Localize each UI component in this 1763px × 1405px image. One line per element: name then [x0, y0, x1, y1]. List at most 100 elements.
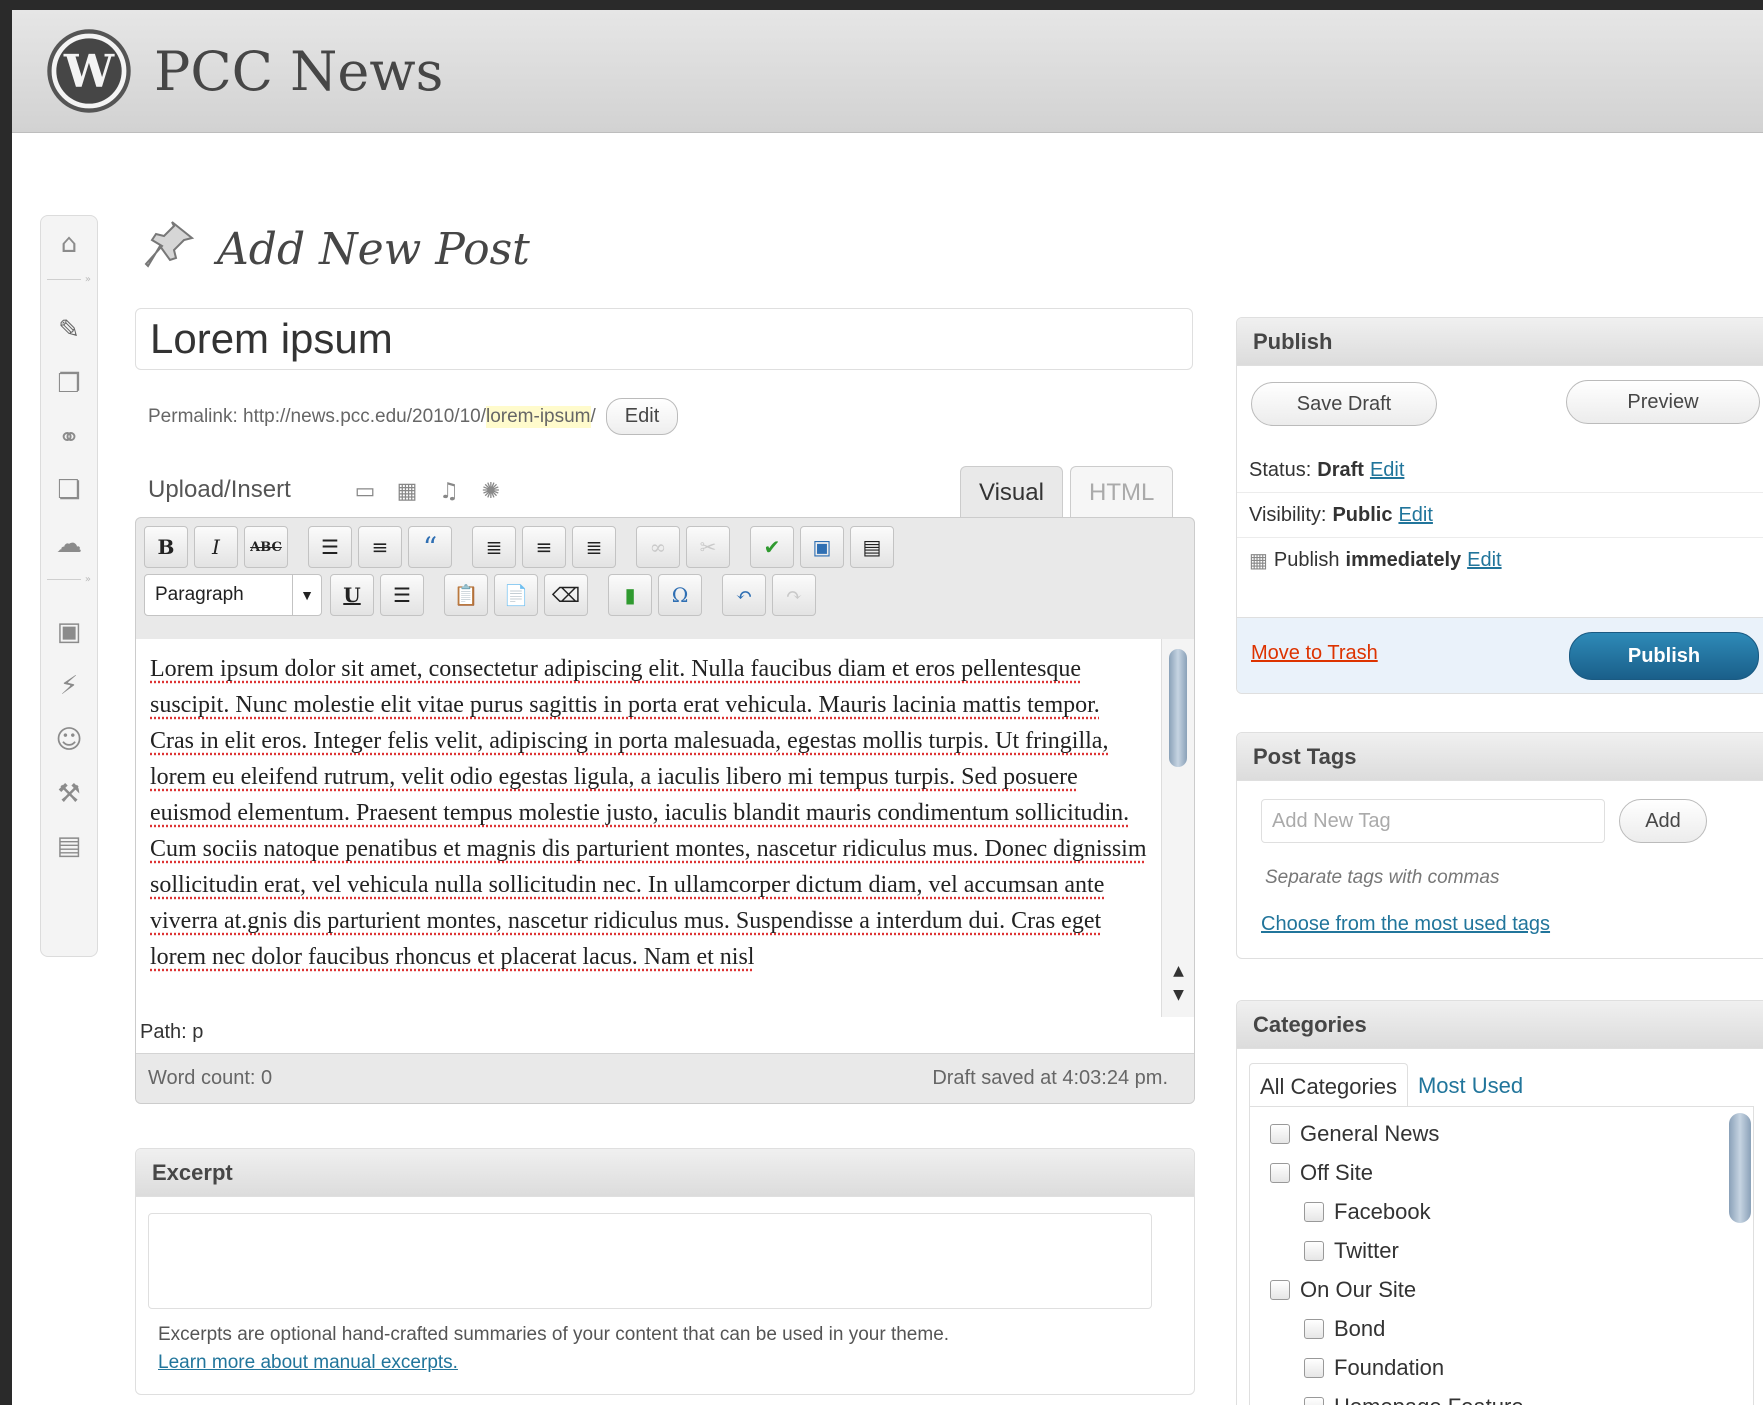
category-checkbox[interactable]: [1270, 1163, 1290, 1183]
visibility-edit-link[interactable]: Edit: [1398, 504, 1432, 527]
special-character-button[interactable]: Ω: [658, 574, 702, 616]
tab-html[interactable]: HTML: [1070, 466, 1174, 518]
bullet-list-button[interactable]: ☰: [308, 526, 352, 568]
new-tag-input[interactable]: [1261, 799, 1605, 843]
excerpt-learn-more-link[interactable]: Learn more about manual excerpts.: [158, 1349, 949, 1377]
remove-format-button[interactable]: ⌫: [544, 574, 588, 616]
editor-content-area[interactable]: Lorem ipsum dolor sit amet, consectetur …: [136, 639, 1161, 1017]
kitchen-sink-button[interactable]: ▤: [850, 526, 894, 568]
publish-button[interactable]: Publish: [1569, 632, 1759, 680]
editor-scrollbar[interactable]: ▲ ▼: [1161, 639, 1194, 1017]
excerpt-heading[interactable]: Excerpt: [136, 1149, 1194, 1197]
numbered-list-button[interactable]: ≡: [358, 526, 402, 568]
undo-button[interactable]: ↶: [722, 574, 766, 616]
preview-button[interactable]: Preview: [1566, 380, 1760, 424]
add-video-icon[interactable]: ▦: [394, 478, 420, 504]
publish-actions: Move to Trash Publish: [1237, 617, 1763, 693]
category-label: Twitter: [1334, 1238, 1399, 1263]
post-title-input[interactable]: [135, 308, 1193, 370]
choose-most-used-tags-link[interactable]: Choose from the most used tags: [1261, 913, 1550, 936]
tools-icon[interactable]: ⚒: [51, 776, 87, 812]
category-item[interactable]: Homepage Feature: [1304, 1394, 1524, 1405]
post-tags-heading[interactable]: Post Tags: [1237, 733, 1763, 781]
media-icon[interactable]: ❐: [51, 366, 87, 402]
publish-heading[interactable]: Publish: [1237, 318, 1763, 366]
scroll-up-icon[interactable]: ▲: [1162, 963, 1194, 979]
strikethrough-button[interactable]: ABC: [244, 526, 288, 568]
format-select[interactable]: Paragraph ▼: [144, 574, 322, 616]
category-item[interactable]: Twitter: [1304, 1238, 1399, 1264]
justify-button[interactable]: ☰: [380, 574, 424, 616]
schedule-row: ▦ Publish immediately Edit: [1237, 538, 1763, 583]
dashboard-icon[interactable]: ⌂: [51, 226, 87, 262]
align-right-button[interactable]: ≣: [572, 526, 616, 568]
permalink-slug[interactable]: lorem-ipsum: [485, 405, 591, 428]
category-checkbox[interactable]: [1304, 1397, 1324, 1405]
bold-button[interactable]: B: [144, 526, 188, 568]
editor-scroll-thumb[interactable]: [1169, 649, 1187, 767]
category-item[interactable]: Off Site: [1270, 1160, 1373, 1186]
plugins-icon[interactable]: ⚡: [51, 668, 87, 704]
underline-button[interactable]: U: [330, 574, 374, 616]
visibility-label: Visibility:: [1249, 503, 1327, 526]
menu-separator: »: [47, 574, 91, 585]
scroll-down-icon[interactable]: ▼: [1162, 987, 1194, 1003]
tab-most-used[interactable]: Most Used: [1408, 1063, 1533, 1107]
insert-link-button[interactable]: ∞: [636, 526, 680, 568]
redo-button[interactable]: ↷: [772, 574, 816, 616]
unlink-button[interactable]: ✂: [686, 526, 730, 568]
wordpress-logo-icon[interactable]: W: [46, 28, 132, 114]
status-edit-link[interactable]: Edit: [1370, 459, 1404, 482]
add-audio-icon[interactable]: ♫: [436, 478, 462, 504]
excerpt-textarea[interactable]: [148, 1213, 1152, 1309]
category-item[interactable]: General News: [1270, 1121, 1439, 1147]
settings-icon[interactable]: ▤: [51, 828, 87, 864]
category-checkbox[interactable]: [1304, 1358, 1324, 1378]
blockquote-button[interactable]: “: [408, 526, 452, 568]
format-select-value: Paragraph: [155, 584, 244, 605]
posts-icon[interactable]: ✎: [51, 312, 87, 348]
site-title[interactable]: PCC News: [154, 40, 443, 103]
add-image-icon[interactable]: ▭: [352, 478, 378, 504]
pages-icon[interactable]: ❏: [51, 472, 87, 508]
excerpt-help-text: Excerpts are optional hand-crafted summa…: [158, 1324, 950, 1345]
category-item[interactable]: On Our Site: [1270, 1277, 1416, 1303]
category-item[interactable]: Bond: [1304, 1316, 1385, 1342]
paste-text-button[interactable]: 📋: [444, 574, 488, 616]
fullscreen-button[interactable]: ▣: [800, 526, 844, 568]
tab-all-categories[interactable]: All Categories: [1249, 1063, 1408, 1107]
category-checkbox[interactable]: [1270, 1124, 1290, 1144]
editor-toolbar-row-2: Paragraph ▼ U ☰ 📋 📄 ⌫ ▮ Ω ↶ ↷: [144, 574, 836, 616]
save-draft-button[interactable]: Save Draft: [1251, 382, 1437, 426]
add-tag-button[interactable]: Add: [1619, 799, 1707, 843]
category-checkbox[interactable]: [1270, 1280, 1290, 1300]
links-icon[interactable]: ⚭: [51, 420, 87, 456]
category-label: Off Site: [1300, 1160, 1373, 1185]
post-tags-box: Post Tags Add Separate tags with commas …: [1236, 732, 1763, 959]
permalink-base: http://news.pcc.edu/2010/10/: [243, 405, 486, 427]
move-to-trash-link[interactable]: Move to Trash: [1251, 642, 1378, 665]
browser-frame: W PCC News ⌂ » ✎ ❐ ⚭ ❏ ☁ » ▣ ⚡ ☺ ⚒ ▤ Add…: [12, 10, 1763, 1405]
align-center-button[interactable]: ≡: [522, 526, 566, 568]
permalink-edit-button[interactable]: Edit: [605, 398, 679, 435]
spellcheck-button[interactable]: ✔: [750, 526, 794, 568]
schedule-edit-link[interactable]: Edit: [1467, 549, 1501, 572]
category-checkbox[interactable]: [1304, 1319, 1324, 1339]
category-item[interactable]: Facebook: [1304, 1199, 1431, 1225]
upload-insert-label: Upload/Insert: [148, 476, 291, 503]
add-media-icon[interactable]: ✺: [478, 478, 504, 504]
italic-button[interactable]: I: [194, 526, 238, 568]
editor-path: Path: p: [136, 1017, 1194, 1053]
category-item[interactable]: Foundation: [1304, 1355, 1444, 1381]
categories-scroll-thumb[interactable]: [1729, 1113, 1751, 1223]
comments-icon[interactable]: ☁: [51, 526, 87, 562]
categories-heading[interactable]: Categories: [1237, 1001, 1763, 1049]
insert-media-button[interactable]: ▮: [608, 574, 652, 616]
users-icon[interactable]: ☺: [51, 722, 87, 758]
paste-word-button[interactable]: 📄: [494, 574, 538, 616]
tab-visual[interactable]: Visual: [960, 466, 1063, 518]
align-left-button[interactable]: ≣: [472, 526, 516, 568]
appearance-icon[interactable]: ▣: [51, 614, 87, 650]
category-checkbox[interactable]: [1304, 1202, 1324, 1222]
category-checkbox[interactable]: [1304, 1241, 1324, 1261]
